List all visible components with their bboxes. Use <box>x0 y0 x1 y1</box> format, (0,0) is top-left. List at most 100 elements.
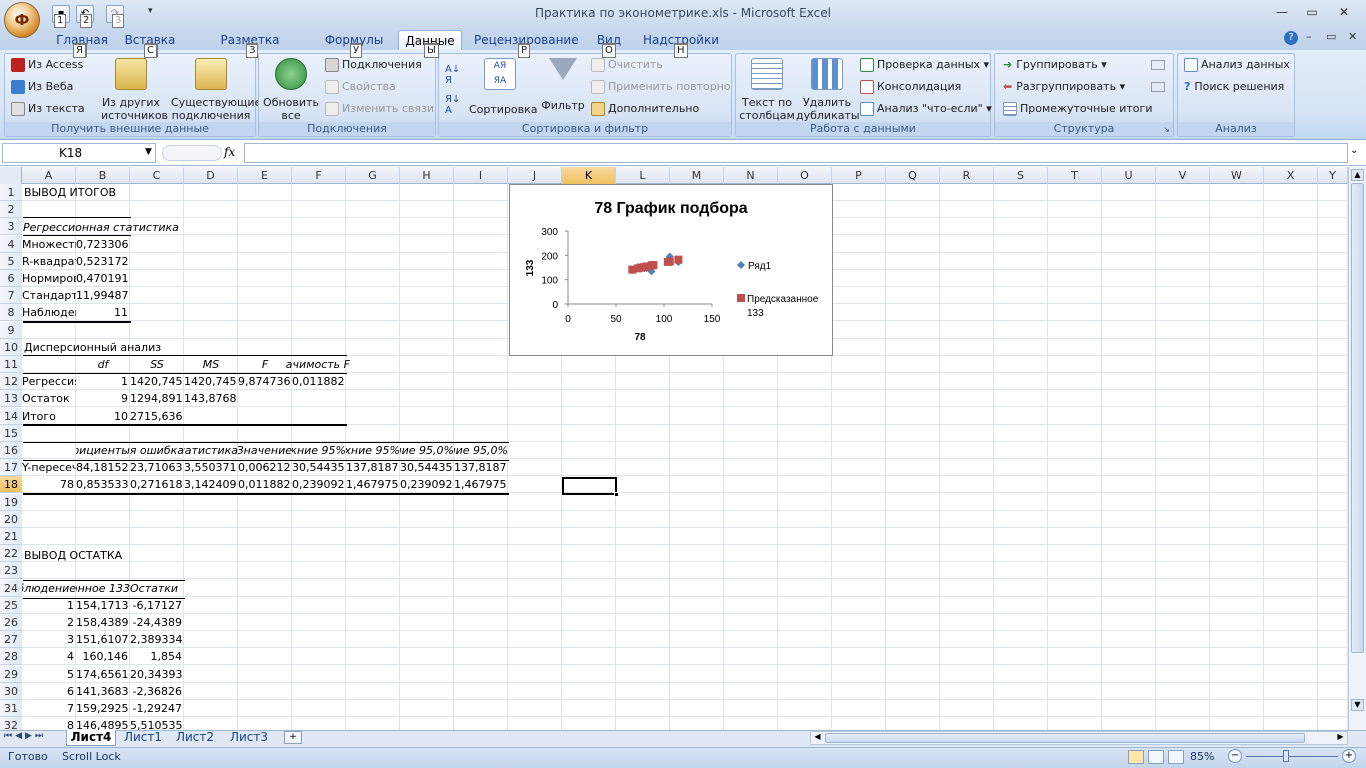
anova-header-cell[interactable]: MS <box>184 356 238 373</box>
what-if-button[interactable]: Анализ "что-если" ▾ <box>860 102 992 116</box>
ungroup-button[interactable]: ⬅ Разгруппировать ▾ <box>1003 80 1125 93</box>
row-header-5[interactable]: 5 <box>0 252 22 270</box>
zoom-level[interactable]: 85% <box>1190 750 1214 763</box>
coef-cell[interactable]: 0,271618 <box>130 476 184 493</box>
coef-cell[interactable]: 3,550371 <box>184 459 238 476</box>
anova-cell[interactable] <box>292 408 346 425</box>
scroll-right-icon[interactable]: ▶ <box>1334 732 1347 744</box>
coef-cell[interactable]: 0,011882 <box>238 476 292 493</box>
anova-cell[interactable]: 143,8768 <box>184 390 238 407</box>
from-text-button[interactable]: Из текста <box>11 102 85 116</box>
column-header-f[interactable]: F <box>292 167 346 184</box>
resid-cell[interactable]: 4 <box>22 648 76 665</box>
from-web-button[interactable]: Из Веба <box>11 80 73 94</box>
cell-a3[interactable]: Регрессионная статистика <box>23 219 183 236</box>
resid-cell[interactable]: 5 <box>22 666 76 683</box>
sheet-tab-list4[interactable]: Лист4 <box>66 730 116 746</box>
anova-cell[interactable]: 9 <box>76 390 130 407</box>
horizontal-scrollbar[interactable]: ◀ ▶ <box>810 731 1348 745</box>
row-header-28[interactable]: 28 <box>0 648 22 666</box>
stat-value[interactable]: 0,523172 <box>76 253 130 270</box>
expand-formula-bar-icon[interactable]: ⌄ <box>1350 145 1358 156</box>
row-header-26[interactable]: 26 <box>0 614 22 631</box>
resid-cell[interactable]: 160,146 <box>76 648 130 665</box>
solver-button[interactable]: ? Поиск решения <box>1184 80 1284 93</box>
sheet-tab-list2[interactable]: Лист2 <box>172 730 218 746</box>
remove-duplicates-button[interactable]: Удалить дубликаты <box>796 58 860 122</box>
close-window-button[interactable]: ✕ <box>1332 3 1356 21</box>
resid-cell[interactable]: 3 <box>22 631 76 648</box>
existing-connections-button[interactable]: Существующие подключения <box>171 58 261 122</box>
select-all-button[interactable] <box>0 167 22 184</box>
anova-cell[interactable]: 1294,891 <box>130 390 184 407</box>
help-icon[interactable]: ? <box>1284 31 1298 45</box>
coef-cell[interactable]: 3,142409 <box>184 476 238 493</box>
coef-header-cell[interactable]: Нижние 95% <box>292 442 346 459</box>
stat-label[interactable]: Нормированный R-квадрат <box>22 270 76 287</box>
row-header-12[interactable]: 12 <box>0 373 22 391</box>
row-header-4[interactable]: 4 <box>0 235 22 253</box>
from-other-sources-button[interactable]: Из других источников <box>101 58 168 122</box>
column-header-d[interactable]: D <box>184 167 238 184</box>
anova-header-cell[interactable]: SS <box>130 356 184 373</box>
resid-cell[interactable]: 151,6107 <box>76 631 130 648</box>
column-header-a[interactable]: A <box>22 167 76 184</box>
coef-cell[interactable]: Y-пересечение <box>22 459 76 476</box>
anova-cell[interactable]: 1 <box>76 373 130 390</box>
from-access-button[interactable]: Из Access <box>11 58 83 72</box>
row-header-25[interactable]: 25 <box>0 596 22 614</box>
coef-header-cell[interactable]: Стандартная ошибка <box>130 442 184 459</box>
insert-function-icon[interactable]: fx <box>224 145 235 159</box>
row-header-14[interactable]: 14 <box>0 407 22 425</box>
normal-view-icon[interactable] <box>1128 750 1144 764</box>
row-header-20[interactable]: 20 <box>0 510 22 528</box>
column-header-s[interactable]: S <box>994 167 1048 184</box>
connections-button[interactable]: Подключения <box>325 58 422 72</box>
stat-value[interactable]: 0,470191 <box>76 270 130 287</box>
data-validation-button[interactable]: Проверка данных ▾ <box>860 58 989 72</box>
resid-cell[interactable]: 7 <box>22 700 76 717</box>
anova-cell[interactable]: 2715,636 <box>130 408 184 425</box>
row-header-19[interactable]: 19 <box>0 493 22 511</box>
scroll-left-icon[interactable]: ◀ <box>811 732 824 744</box>
column-header-n[interactable]: N <box>724 167 778 184</box>
column-header-t[interactable]: T <box>1048 167 1102 184</box>
resid-header-cell[interactable]: Остатки <box>130 580 184 597</box>
resid-cell[interactable]: 6 <box>22 683 76 700</box>
column-header-q[interactable]: Q <box>886 167 940 184</box>
advanced-filter-button[interactable]: Дополнительно <box>591 102 699 116</box>
coef-cell[interactable]: 137,8187 <box>346 459 400 476</box>
resid-cell[interactable]: -6,17127 <box>130 597 184 614</box>
row-header-29[interactable]: 29 <box>0 665 22 683</box>
cell-a22[interactable]: ВЫВОД ОСТАТКА <box>24 547 224 564</box>
anova-header-cell[interactable]: Значимость F <box>286 356 350 373</box>
reapply-button[interactable]: Применить повторно <box>591 80 731 94</box>
column-header-c[interactable]: C <box>130 167 184 184</box>
resid-cell[interactable]: -2,36826 <box>130 683 184 700</box>
vertical-scroll-thumb[interactable] <box>1351 183 1364 653</box>
cell-a10[interactable]: Дисперсионный анализ <box>24 339 224 356</box>
data-analysis-button[interactable]: Анализ данных <box>1184 58 1290 72</box>
coef-cell[interactable]: 0,239092 <box>400 476 454 493</box>
column-header-m[interactable]: M <box>670 167 724 184</box>
column-header-u[interactable]: U <box>1102 167 1156 184</box>
column-header-b[interactable]: B <box>76 167 130 184</box>
anova-cell[interactable]: 0,011882 <box>292 373 346 390</box>
workbook-close-icon[interactable]: ✕ <box>1348 30 1357 43</box>
qat-customize-icon[interactable]: ▾ <box>148 6 153 16</box>
row-header-17[interactable]: 17 <box>0 459 22 477</box>
column-header-r[interactable]: R <box>940 167 994 184</box>
clear-filter-button[interactable]: Очистить <box>591 58 663 72</box>
row-header-18[interactable]: 18 <box>0 476 22 494</box>
row-header-23[interactable]: 23 <box>0 562 22 580</box>
coef-header-cell[interactable]: Верхние 95% <box>346 442 400 459</box>
sort-button[interactable]: АЯ ЯА Сортировка <box>469 58 538 116</box>
row-header-22[interactable]: 22 <box>0 545 22 563</box>
row-header-31[interactable]: 31 <box>0 700 22 717</box>
page-layout-view-icon[interactable] <box>1148 750 1164 764</box>
coef-cell[interactable]: 1,467975 <box>346 476 400 493</box>
resid-cell[interactable]: 2 <box>22 614 76 631</box>
vertical-scrollbar[interactable]: ▲ ▼ <box>1348 167 1366 731</box>
resid-cell[interactable]: -24,4389 <box>130 614 184 631</box>
resid-cell[interactable]: 174,6561 <box>76 666 130 683</box>
